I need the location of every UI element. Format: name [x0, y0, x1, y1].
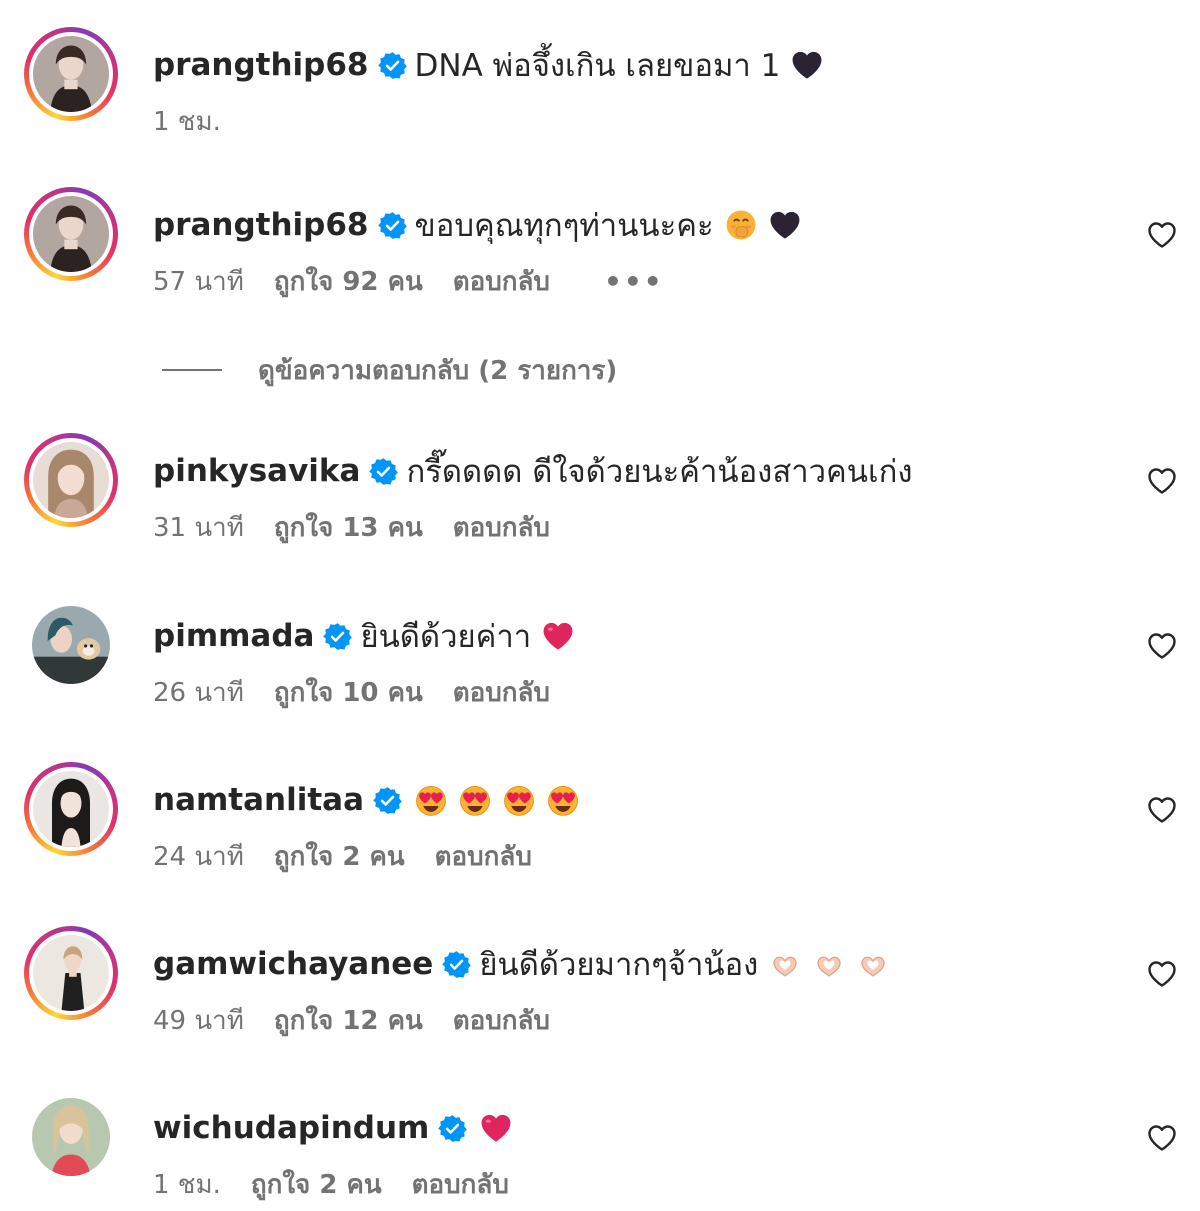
like-heart-icon[interactable] [1146, 465, 1178, 497]
username-link[interactable]: namtanlitaa [153, 782, 364, 818]
comment-text: DNA พ่อจึ้งเกิน เลยขอมา 1 [414, 48, 781, 84]
comment-meta: 1 ชม. ถูกใจ 2 คน ตอบกลับ [153, 1166, 539, 1202]
black-heart-emoji-icon [790, 48, 824, 82]
reply-button[interactable]: ตอบกลับ [453, 672, 550, 713]
heart-hands-emoji-icon [812, 947, 846, 981]
red-heart-emoji-icon [479, 1111, 513, 1145]
reply-button[interactable]: ตอบกลับ [435, 836, 532, 877]
more-options-button[interactable]: ••• [604, 265, 664, 298]
comment-timestamp[interactable]: 1 ชม. [153, 1164, 221, 1205]
comment-meta: 49 นาที ถูกใจ 12 คน ตอบกลับ [153, 1002, 580, 1038]
heart-hands-emoji-icon [768, 947, 802, 981]
comment-body: pimmada ยินดีด้วยค่าา [153, 614, 575, 658]
comment-timestamp[interactable]: 31 นาที [153, 507, 244, 548]
like-heart-icon[interactable] [1146, 794, 1178, 826]
avatar[interactable] [33, 442, 109, 518]
comment-text: ยินดีด้วยมากๆจ้าน้อง [479, 947, 759, 983]
like-heart-icon[interactable] [1146, 958, 1178, 990]
avatar[interactable] [32, 1098, 110, 1176]
comment-text: ขอบคุณทุกๆท่านนะคะ [414, 208, 714, 244]
avatar[interactable] [32, 606, 110, 684]
like-count[interactable]: ถูกใจ 92 คน [274, 261, 423, 302]
comment-body: pinkysavika กรี๊ดดดด ดีใจด้วยนะค้าน้องสาว… [153, 449, 913, 493]
comment-item: namtanlitaa 24 นาที ถูกใจ 2 คน ตอบกลับ [0, 762, 1200, 882]
avatar-story-ring[interactable] [24, 27, 118, 121]
comment-item: pinkysavika กรี๊ดดดด ดีใจด้วยนะค้าน้องสาว… [0, 433, 1200, 553]
heart-eyes-emoji-icon [414, 783, 448, 817]
heart-hands-emoji-icon [856, 947, 890, 981]
username-link[interactable]: prangthip68 [153, 207, 369, 243]
comment-body: gamwichayanee ยินดีด้วยมากๆจ้าน้อง [153, 942, 890, 986]
comment-meta: 26 นาที ถูกใจ 10 คน ตอบกลับ [153, 674, 580, 710]
like-heart-icon[interactable] [1146, 1122, 1178, 1154]
comment-timestamp[interactable]: 24 นาที [153, 836, 244, 877]
red-heart-emoji-icon [541, 619, 575, 653]
comment-meta: 1 ชม. [153, 103, 251, 139]
username-link[interactable]: pimmada [153, 618, 314, 654]
black-heart-emoji-icon [768, 208, 802, 242]
reply-button[interactable]: ตอบกลับ [453, 261, 550, 302]
avatar[interactable] [33, 771, 109, 847]
verified-badge-icon [323, 622, 353, 651]
comment-body: namtanlitaa [153, 778, 580, 822]
like-heart-icon[interactable] [1146, 630, 1178, 662]
smiling-face-hand-over-mouth-emoji-icon [724, 208, 758, 242]
view-replies-label: ดูข้อความตอบกลับ (2 รายการ) [258, 355, 618, 386]
comment-text: กรี๊ดดดด ดีใจด้วยนะค้าน้องสาวคนเก่ง [406, 454, 913, 490]
view-replies-button[interactable]: ดูข้อความตอบกลับ (2 รายการ) [162, 350, 617, 390]
comment-item: gamwichayanee ยินดีด้วยมากๆจ้าน้อง 49 นาที… [0, 926, 1200, 1046]
reply-button[interactable]: ตอบกลับ [453, 507, 550, 548]
like-count[interactable]: ถูกใจ 12 คน [274, 1000, 423, 1041]
avatar-story-ring[interactable] [24, 187, 118, 281]
comment-timestamp[interactable]: 1 ชม. [153, 101, 221, 142]
like-heart-icon[interactable] [1146, 219, 1178, 251]
comment-item: prangthip68 DNA พ่อจึ้งเกิน เลยขอมา 1 1 ชม… [0, 27, 1200, 147]
verified-badge-icon [377, 51, 407, 80]
verified-badge-icon [373, 786, 402, 815]
verified-badge-icon [438, 1114, 468, 1143]
avatar-frame[interactable] [24, 598, 118, 692]
reply-button[interactable]: ตอบกลับ [453, 1000, 550, 1041]
comment-timestamp[interactable]: 57 นาที [153, 261, 244, 302]
comment-body: wichudapindum [153, 1106, 513, 1150]
avatar-story-ring[interactable] [24, 926, 118, 1020]
username-link[interactable]: pinkysavika [153, 453, 360, 489]
like-count[interactable]: ถูกใจ 13 คน [274, 507, 423, 548]
comment-meta: 57 นาที ถูกใจ 92 คน ตอบกลับ ••• [153, 263, 694, 299]
heart-eyes-emoji-icon [546, 783, 580, 817]
replies-divider [162, 369, 222, 371]
verified-badge-icon [377, 211, 407, 240]
like-count[interactable]: ถูกใจ 2 คน [274, 836, 405, 877]
avatar[interactable] [33, 196, 109, 272]
comment-meta: 24 นาที ถูกใจ 2 คน ตอบกลับ [153, 838, 562, 874]
like-count[interactable]: ถูกใจ 2 คน [251, 1164, 382, 1205]
username-link[interactable]: wichudapindum [153, 1110, 429, 1146]
comment-body: prangthip68 ขอบคุณทุกๆท่านนะคะ [153, 203, 802, 247]
verified-badge-icon [369, 457, 399, 486]
verified-badge-icon [442, 950, 472, 979]
avatar-story-ring[interactable] [24, 433, 118, 527]
avatar-story-ring[interactable] [24, 762, 118, 856]
avatar[interactable] [33, 935, 109, 1011]
heart-eyes-emoji-icon [458, 783, 492, 817]
avatar-frame[interactable] [24, 1090, 118, 1184]
comment-timestamp[interactable]: 26 นาที [153, 672, 244, 713]
comment-item: prangthip68 ขอบคุณทุกๆท่านนะคะ 57 นาที ถูกใ… [0, 187, 1200, 307]
comment-body: prangthip68 DNA พ่อจึ้งเกิน เลยขอมา 1 [153, 43, 824, 87]
like-count[interactable]: ถูกใจ 10 คน [274, 672, 423, 713]
reply-button[interactable]: ตอบกลับ [412, 1164, 509, 1205]
username-link[interactable]: prangthip68 [153, 47, 369, 83]
avatar[interactable] [33, 36, 109, 112]
comment-item: wichudapindum 1 ชม. ถูกใจ 2 คน ตอบกลับ [0, 1090, 1200, 1210]
heart-eyes-emoji-icon [502, 783, 536, 817]
comment-meta: 31 นาที ถูกใจ 13 คน ตอบกลับ [153, 509, 580, 545]
comment-text: ยินดีด้วยค่าา [360, 619, 532, 655]
username-link[interactable]: gamwichayanee [153, 946, 433, 982]
comment-item: pimmada ยินดีด้วยค่าา 26 นาที ถูกใจ 10 คน ตอ… [0, 598, 1200, 718]
comment-timestamp[interactable]: 49 นาที [153, 1000, 244, 1041]
